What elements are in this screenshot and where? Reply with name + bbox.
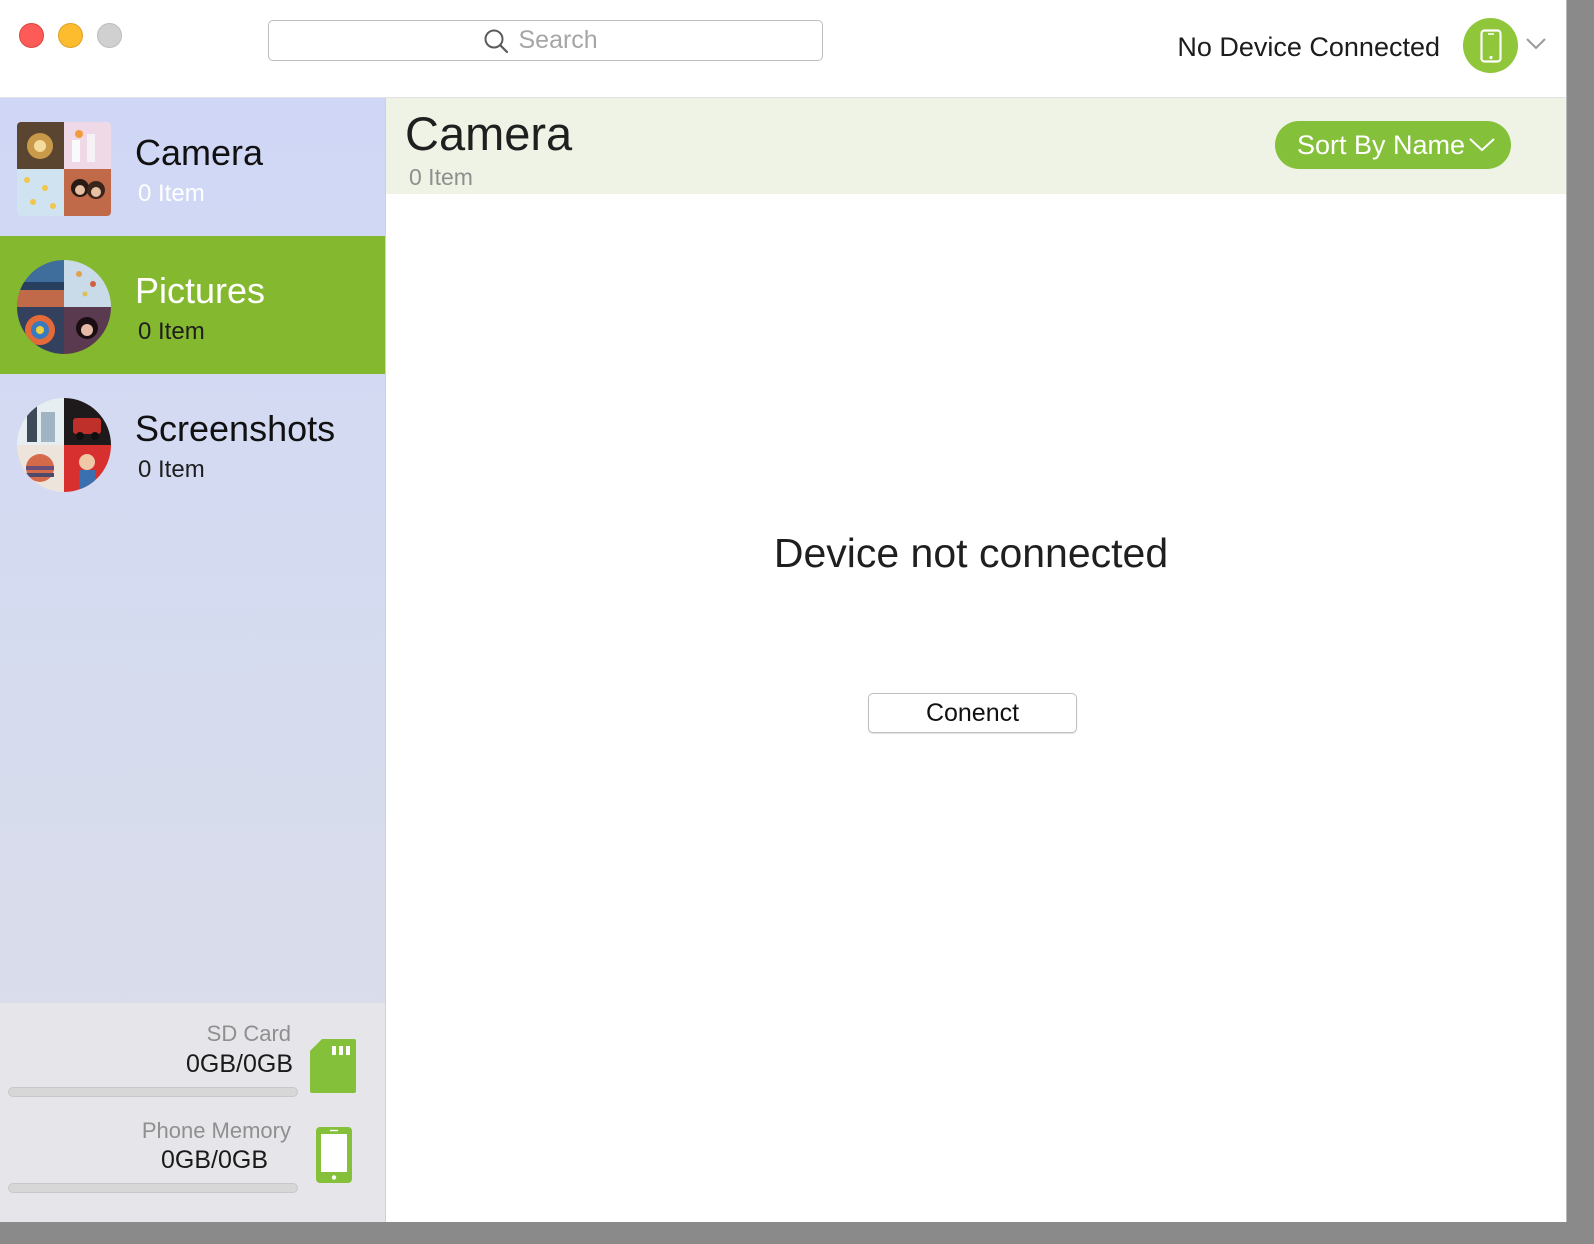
sidebar-item-pictures[interactable]: Pictures 0 Item bbox=[0, 236, 385, 374]
chevron-down-icon[interactable] bbox=[1526, 38, 1546, 50]
minimize-window-button[interactable] bbox=[58, 23, 83, 48]
connect-button[interactable]: Conenct bbox=[868, 693, 1077, 733]
phone-memory-label: Phone Memory bbox=[141, 1118, 291, 1143]
zoom-window-button[interactable] bbox=[97, 23, 122, 48]
album-thumbnail bbox=[17, 260, 111, 354]
phone-icon bbox=[1479, 28, 1502, 63]
search-field[interactable] bbox=[268, 20, 823, 61]
item-count: 0 Item bbox=[409, 164, 473, 190]
sort-dropdown-button[interactable]: Sort By Name bbox=[1275, 121, 1511, 169]
search-input[interactable] bbox=[518, 26, 609, 55]
title-bar: No Device Connected bbox=[0, 0, 1566, 98]
album-count: 0 Item bbox=[138, 180, 205, 207]
album-count: 0 Item bbox=[138, 456, 205, 483]
device-selector-button[interactable] bbox=[1463, 18, 1518, 73]
album-count: 0 Item bbox=[138, 318, 205, 345]
album-thumbnail bbox=[17, 122, 111, 216]
album-name: Camera bbox=[135, 132, 264, 173]
sidebar-item-screenshots[interactable]: Screenshots 0 Item bbox=[0, 374, 385, 512]
album-name: Screenshots bbox=[135, 408, 336, 449]
sd-card-usage-bar bbox=[8, 1087, 298, 1097]
page-title: Camera bbox=[405, 107, 573, 160]
photo-collage-icon bbox=[17, 398, 111, 492]
sd-card-usage: 0GB/0GB bbox=[186, 1050, 293, 1078]
search-icon bbox=[484, 29, 508, 53]
sort-label: Sort By Name bbox=[1296, 129, 1466, 160]
content-header: Camera 0 Item Sort By Name bbox=[386, 98, 1566, 194]
photo-collage-icon bbox=[17, 122, 111, 216]
phone-memory-usage: 0GB/0GB bbox=[161, 1146, 268, 1174]
sidebar: Camera 0 Item Pictures 0 Item Screenshot… bbox=[0, 98, 386, 1222]
photo-collage-icon bbox=[17, 260, 111, 354]
device-status-label: No Device Connected bbox=[1177, 32, 1440, 62]
app-window: No Device Connected bbox=[0, 0, 1567, 1222]
close-window-button[interactable] bbox=[19, 23, 44, 48]
chevron-down-icon bbox=[1469, 138, 1495, 152]
phone-icon bbox=[316, 1127, 352, 1183]
storage-panel: SD Card 0GB/0GB Phone Memory 0GB/0GB bbox=[0, 1003, 385, 1222]
sidebar-item-camera[interactable]: Camera 0 Item bbox=[0, 98, 385, 236]
sd-card-icon bbox=[310, 1039, 356, 1093]
album-name: Pictures bbox=[135, 270, 266, 311]
empty-state-message: Device not connected bbox=[773, 530, 1169, 576]
sd-card-label: SD Card bbox=[206, 1021, 291, 1046]
phone-memory-usage-bar bbox=[8, 1183, 298, 1193]
album-thumbnail bbox=[17, 398, 111, 492]
